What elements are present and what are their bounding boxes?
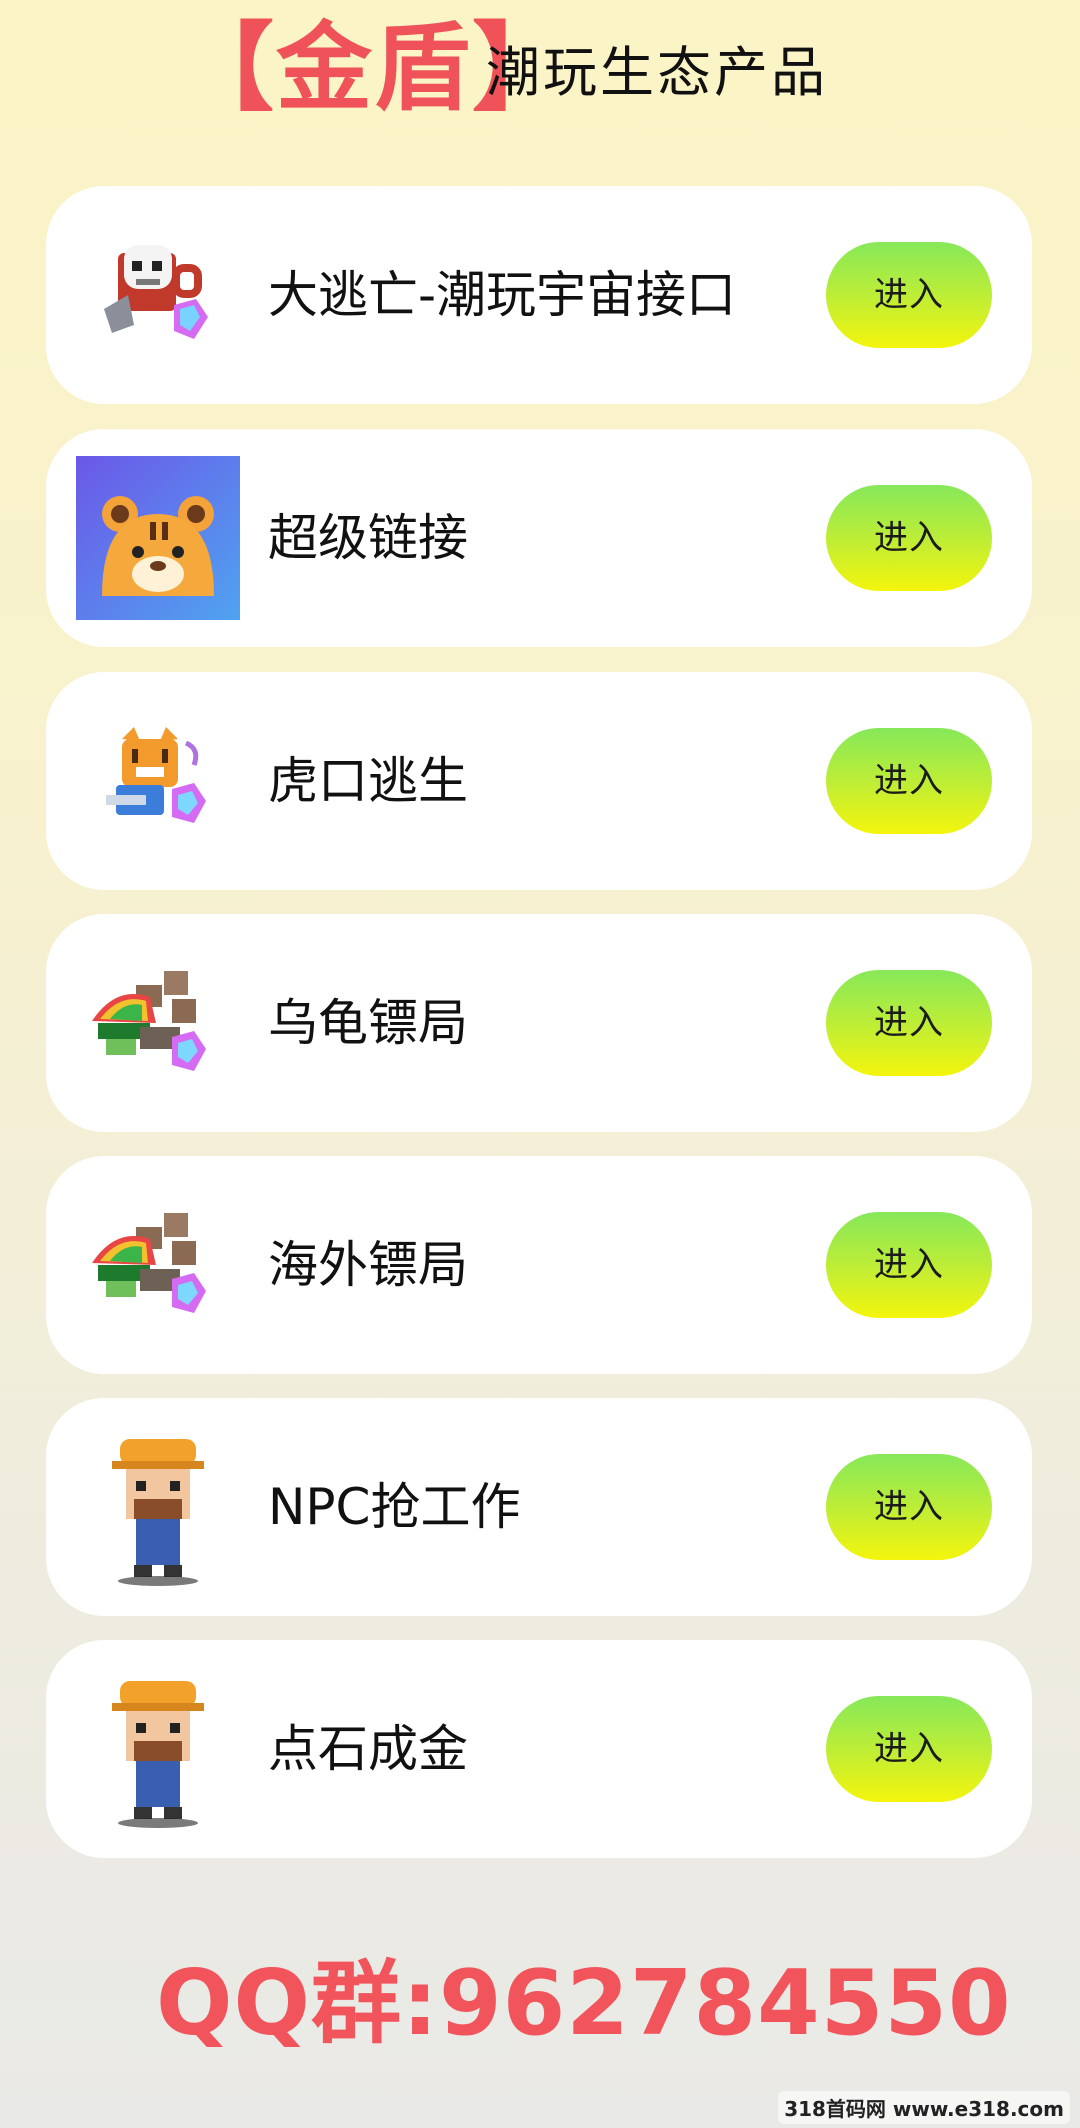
enter-button[interactable]: 进入 <box>826 1212 992 1318</box>
product-name: 大逃亡-潮玩宇宙接口 <box>268 266 737 324</box>
enter-button[interactable]: 进入 <box>826 728 992 834</box>
product-card-npc-job: NPC抢工作 进入 <box>46 1398 1032 1616</box>
product-name: 海外镖局 <box>268 1236 468 1294</box>
enter-button[interactable]: 进入 <box>826 970 992 1076</box>
product-name: 点石成金 <box>268 1720 468 1778</box>
turtle-cargo-icon <box>76 1183 240 1347</box>
product-card-tiger-escape: 虎口逃生 进入 <box>46 672 1032 890</box>
product-card-stone-to-gold: 点石成金 进入 <box>46 1640 1032 1858</box>
page-header: 【金盾】 潮玩生态产品 <box>0 0 1080 140</box>
product-card-turtle-escort: 乌龟镖局 进入 <box>46 914 1032 1132</box>
turtle-cargo-icon <box>76 941 240 1105</box>
product-name: 超级链接 <box>268 509 468 567</box>
product-card-overseas-escort: 海外镖局 进入 <box>46 1156 1032 1374</box>
product-name: 乌龟镖局 <box>268 994 468 1052</box>
enter-button[interactable]: 进入 <box>826 1696 992 1802</box>
enter-button[interactable]: 进入 <box>826 485 992 591</box>
qq-group-number: QQ群:962784550 <box>156 1951 1012 2056</box>
product-name: 虎口逃生 <box>268 752 468 810</box>
worker-character-icon <box>76 1425 240 1589</box>
worker-character-icon <box>76 1667 240 1831</box>
tiger-avatar-icon <box>76 456 240 620</box>
tiger-crystal-icon <box>76 699 240 863</box>
enter-button[interactable]: 进入 <box>826 242 992 348</box>
page-subtitle: 潮玩生态产品 <box>486 41 828 104</box>
product-card-escape: 大逃亡-潮玩宇宙接口 进入 <box>46 186 1032 404</box>
skull-mug-crystal-icon <box>76 213 240 377</box>
enter-button[interactable]: 进入 <box>826 1454 992 1560</box>
product-card-super-link: 超级链接 进入 <box>46 429 1032 647</box>
site-watermark: 318首码网 www.e318.com <box>778 2091 1070 2124</box>
product-name: NPC抢工作 <box>268 1478 521 1536</box>
